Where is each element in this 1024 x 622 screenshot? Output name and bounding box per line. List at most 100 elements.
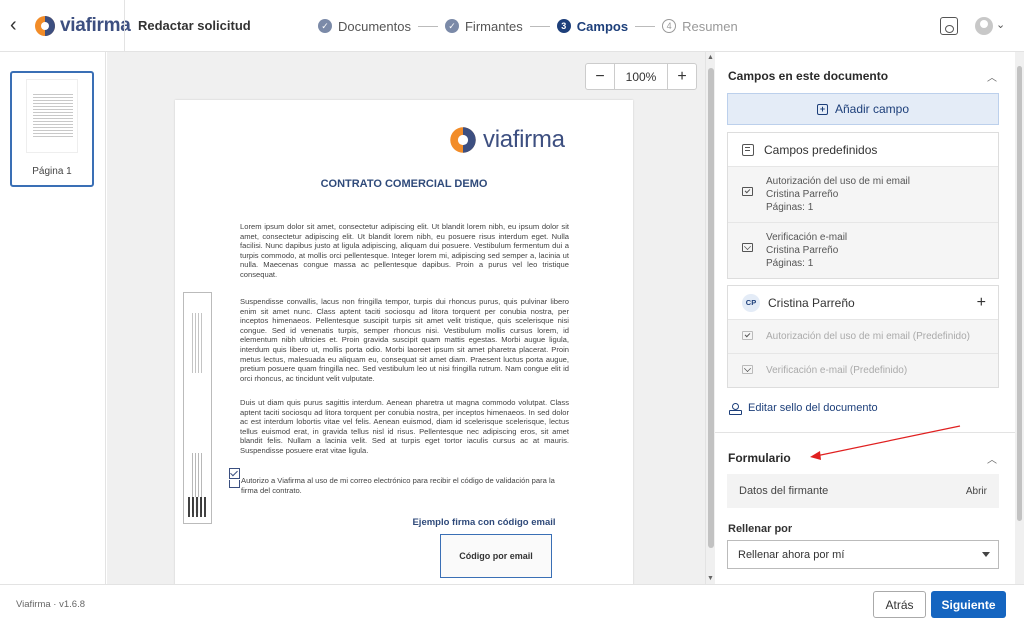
predefined-fields-title: Campos predefinidos — [764, 142, 878, 157]
form-icon — [742, 143, 754, 156]
section-divider — [715, 432, 1015, 433]
predefined-fields-header: Campos predefinidos — [728, 133, 998, 167]
step-number: 4 — [662, 19, 677, 33]
document-logo: viafirma — [449, 126, 565, 154]
app-header: ‹ viafirma Redactar solicitud ✓ Document… — [0, 0, 1024, 52]
step-label: Documentos — [338, 18, 411, 34]
scrollbar-thumb[interactable] — [1017, 66, 1022, 521]
fields-section-title: Campos en este documento — [728, 69, 889, 83]
logo-text: viafirma — [60, 15, 131, 36]
signer-field-item[interactable]: Autorización del uso de mi email (Predef… — [728, 320, 998, 354]
add-field-label: Añadir campo — [834, 102, 910, 116]
chevron-up-icon[interactable]: ︿ — [987, 69, 997, 84]
form-section-title: Formulario — [728, 451, 791, 465]
thumbnail-preview — [26, 79, 78, 153]
thumbnail-label: Página 1 — [32, 166, 72, 177]
edit-stamp-link[interactable]: Editar sello del documento — [729, 402, 878, 415]
user-avatar-icon[interactable] — [975, 17, 993, 35]
document-page: viafirma CONTRATO COMERCIAL DEMO Lorem i… — [175, 100, 633, 584]
viafirma-logo: viafirma — [34, 14, 131, 38]
field-signer: Cristina Parreño — [766, 245, 839, 256]
step-number: 3 — [556, 19, 571, 33]
signer-header: CP Cristina Parreño + — [728, 286, 998, 320]
thumbnail-page-1[interactable]: Página 1 — [10, 71, 94, 187]
scroll-down-icon[interactable]: ▼ — [707, 575, 714, 582]
dropdown-arrow-icon — [982, 552, 990, 557]
add-field-button[interactable]: + Añadir campo — [727, 93, 999, 125]
stepper: ✓ Documentos ✓ Firmantes 3 Campos 4 Resu… — [318, 16, 738, 36]
zoom-out-button[interactable]: − — [586, 64, 614, 89]
zoom-level: 100% — [614, 64, 668, 89]
consent-checkbox[interactable] — [229, 468, 240, 479]
step-connector — [635, 25, 656, 27]
signer-data-row[interactable]: Datos del firmante Abrir — [727, 474, 999, 508]
step-connector — [417, 25, 438, 27]
edit-stamp-label: Editar sello del documento — [748, 402, 878, 414]
signer-field-item[interactable]: Verificación e-mail (Predefinido) — [728, 354, 998, 387]
add-signer-field-button[interactable]: + — [977, 294, 986, 312]
page-title: Redactar solicitud — [138, 18, 251, 33]
qr-code-icon — [188, 497, 208, 517]
signer-data-label: Datos del firmante — [739, 485, 829, 497]
signer-name: Cristina Parreño — [768, 295, 855, 310]
field-pages: Páginas: 1 — [766, 202, 814, 213]
logo-mark-icon — [450, 127, 476, 153]
thumbnail-text-lines — [33, 94, 73, 138]
step-resumen[interactable]: 4 Resumen — [662, 19, 738, 34]
next-button[interactable]: Siguiente — [931, 591, 1006, 618]
document-paragraph: Duis ut diam quis purus sagittis interdu… — [240, 398, 569, 455]
back-button[interactable]: Atrás — [873, 591, 926, 618]
predefined-fields-card: Campos predefinidos Autorización del uso… — [727, 132, 999, 279]
plus-square-icon: + — [816, 103, 828, 115]
signature-stamp[interactable] — [183, 292, 212, 524]
save-icon[interactable] — [940, 17, 958, 35]
fill-by-value: Rellenar ahora por mí — [738, 548, 845, 561]
signer-field-label: Autorización del uso de mi email (Predef… — [766, 331, 970, 342]
signer-field-label: Verificación e-mail (Predefinido) — [766, 365, 908, 376]
app-footer: Viafirma · v1.6.8 Atrás Siguiente — [0, 584, 1024, 622]
checkbox-icon — [742, 331, 753, 340]
scrollbar-thumb[interactable] — [708, 68, 714, 548]
panel-scrollbar[interactable] — [1015, 52, 1024, 584]
step-firmantes[interactable]: ✓ Firmantes — [444, 18, 523, 34]
field-name: Autorización del uso de mi email — [766, 176, 910, 187]
document-paragraph: Suspendisse convallis, lacus non fringil… — [240, 297, 569, 383]
step-done-check-icon: ✓ — [444, 19, 459, 33]
step-label: Firmantes — [464, 18, 523, 34]
page-thumbnails: Página 1 — [0, 52, 106, 584]
chevron-up-icon[interactable]: ︿ — [987, 451, 997, 466]
consent-checkbox-field — [229, 480, 240, 488]
document-viewer: − 100% + viafirma CONTRATO COMERCIAL DEM… — [107, 52, 707, 584]
predefined-field-item[interactable]: Autorización del uso de mi email Cristin… — [728, 167, 998, 223]
field-signer: Cristina Parreño — [766, 189, 839, 200]
fill-by-label: Rellenar por — [728, 523, 793, 535]
scroll-up-icon[interactable]: ▲ — [707, 54, 714, 61]
step-connector — [529, 25, 550, 27]
step-campos[interactable]: 3 Campos — [556, 19, 628, 34]
signature-label: Ejemplo firma con código email — [412, 517, 556, 528]
signer-initials-badge: CP — [742, 293, 760, 312]
logo-mark-icon — [35, 16, 55, 36]
mail-icon — [742, 243, 753, 252]
zoom-control: − 100% + — [585, 63, 697, 90]
checkbox-icon — [742, 187, 753, 196]
zoom-in-button[interactable]: + — [668, 64, 696, 89]
stamp-icon — [729, 402, 742, 415]
document-title: CONTRATO COMERCIAL DEMO — [320, 178, 488, 190]
back-arrow-icon[interactable]: ‹ — [10, 15, 30, 36]
field-name: Verificación e-mail — [766, 232, 848, 243]
signature-field[interactable]: Código por email — [440, 534, 552, 578]
fill-by-select[interactable]: Rellenar ahora por mí — [727, 540, 999, 569]
consent-text: Autorizo a Viafirma al uso de mi correo … — [241, 476, 555, 495]
header-divider — [124, 0, 125, 52]
step-label: Resumen — [682, 18, 738, 34]
fields-panel: Campos en este documento ︿ + Añadir camp… — [715, 52, 1015, 584]
predefined-field-item[interactable]: Verificación e-mail Cristina Parreño Pág… — [728, 223, 998, 278]
chevron-down-icon[interactable]: ⌄ — [996, 18, 1005, 31]
field-pages: Páginas: 1 — [766, 258, 814, 269]
open-link[interactable]: Abrir — [966, 486, 987, 497]
mail-icon — [742, 365, 753, 374]
step-documentos[interactable]: ✓ Documentos — [318, 19, 411, 34]
step-done-check-icon: ✓ — [318, 19, 332, 33]
viewer-scrollbar[interactable]: ▲ ▼ — [705, 52, 715, 584]
